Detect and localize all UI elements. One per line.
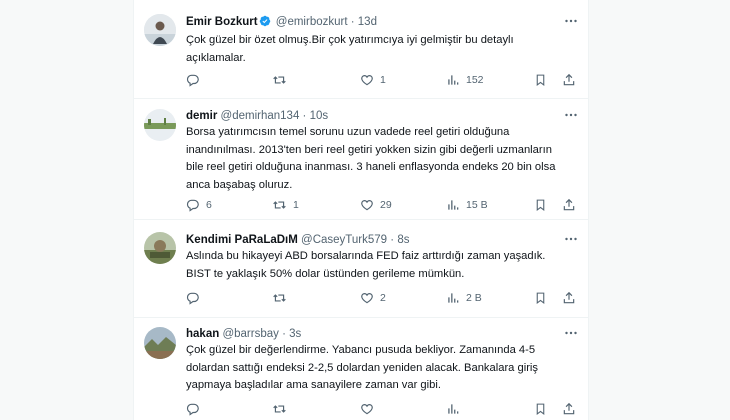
like-count: 1 — [380, 74, 386, 86]
more-options-icon[interactable] — [564, 14, 578, 30]
retweet-icon — [273, 294, 286, 302]
share-button[interactable] — [562, 197, 576, 213]
tweet-actions: 6 1 29 15 B — [186, 197, 578, 213]
like-count: 29 — [380, 199, 392, 211]
views-button[interactable] — [446, 401, 466, 417]
tweet-header: Emir Bozkurt @emirbozkurt · 13d — [186, 14, 558, 30]
heart-icon — [361, 404, 373, 415]
reply-button[interactable] — [186, 290, 206, 306]
reply-icon — [186, 403, 199, 416]
views-count: 15 B — [466, 199, 488, 211]
share-button[interactable] — [562, 401, 576, 417]
separator: · — [282, 328, 286, 340]
bookmark-icon — [536, 199, 545, 211]
tweet-header: Kendimi PaRaLaDıM @CaseyTurk579 · 8s — [186, 232, 558, 248]
separator: · — [350, 16, 355, 28]
handle[interactable]: @CaseyTurk579 — [301, 234, 387, 246]
share-icon — [563, 73, 575, 86]
like-button[interactable]: 2 — [360, 290, 386, 306]
handle[interactable]: @emirbozkurt — [276, 16, 348, 28]
bookmark-button[interactable] — [534, 72, 547, 88]
avatar[interactable] — [144, 232, 176, 264]
tweet-text: Çok güzel bir özet olmuş.Bir çok yatırım… — [186, 34, 514, 64]
display-name[interactable]: Emir Bozkurt — [186, 16, 258, 28]
retweet-count: 1 — [293, 199, 299, 211]
views-count: 2 B — [466, 292, 482, 304]
tweet-text: Borsa yatırımcısın temel sorunu uzun vad… — [186, 126, 556, 191]
avatar[interactable] — [144, 109, 176, 141]
reply-icon — [186, 292, 199, 305]
bookmark-icon — [536, 292, 545, 304]
timestamp[interactable]: 13d — [358, 16, 377, 28]
reply-button[interactable] — [186, 401, 206, 417]
retweet-button[interactable]: 1 — [272, 197, 299, 213]
tweet-text: Aslında bu hikayeyi ABD borsalarında FED… — [186, 250, 546, 280]
tweet[interactable]: hakan @barrsbay · 3s Çok güzel bir değer… — [134, 317, 588, 420]
views-button[interactable]: 152 — [446, 72, 484, 88]
display-name[interactable]: Kendimi PaRaLaDıM — [186, 234, 298, 246]
avatar[interactable] — [144, 327, 176, 359]
bookmark-button[interactable] — [534, 401, 547, 417]
bookmark-icon — [536, 403, 545, 415]
reply-button[interactable]: 6 — [186, 197, 212, 213]
tweet[interactable]: demir @demirhan134 · 10s Borsa yatırımcı… — [134, 98, 588, 220]
heart-icon — [361, 293, 373, 304]
analytics-icon — [448, 293, 459, 303]
bookmark-icon — [536, 74, 545, 86]
separator: · — [390, 234, 395, 246]
like-button[interactable]: 1 — [360, 72, 386, 88]
analytics-icon — [448, 404, 459, 414]
timestamp[interactable]: 3s — [289, 328, 301, 340]
views-count: 152 — [466, 74, 484, 86]
verified-badge-icon — [259, 15, 270, 27]
timestamp[interactable]: 10s — [310, 110, 329, 122]
handle[interactable]: @barrsbay — [222, 328, 278, 340]
separator: · — [302, 110, 307, 122]
tweet-header: demir @demirhan134 · 10s — [186, 108, 558, 124]
tweet[interactable]: Kendimi PaRaLaDıM @CaseyTurk579 · 8s Asl… — [134, 219, 588, 318]
handle[interactable]: @demirhan134 — [221, 110, 300, 122]
share-icon — [563, 402, 575, 415]
retweet-button[interactable] — [272, 290, 293, 306]
tweet-header: hakan @barrsbay · 3s — [186, 326, 558, 342]
tweet-actions: 2 2 B — [186, 290, 578, 306]
share-icon — [563, 291, 575, 304]
more-options-icon[interactable] — [564, 232, 578, 248]
tweet-actions — [186, 401, 578, 417]
share-icon — [563, 198, 575, 211]
views-button[interactable]: 2 B — [446, 290, 482, 306]
more-options-icon[interactable] — [564, 108, 578, 124]
reply-count: 6 — [206, 199, 212, 211]
reply-icon — [186, 74, 199, 87]
display-name[interactable]: demir — [186, 110, 217, 122]
views-button[interactable]: 15 B — [446, 197, 488, 213]
like-count: 2 — [380, 292, 386, 304]
reply-button[interactable] — [186, 72, 206, 88]
analytics-icon — [448, 75, 459, 85]
share-button[interactable] — [562, 290, 576, 306]
timestamp[interactable]: 8s — [397, 234, 409, 246]
like-button[interactable] — [360, 401, 380, 417]
timeline: Emir Bozkurt @emirbozkurt · 13d Çok güze… — [133, 0, 589, 420]
analytics-icon — [448, 200, 459, 210]
more-options-icon[interactable] — [564, 326, 578, 342]
avatar[interactable] — [144, 14, 176, 46]
retweet-button[interactable] — [272, 72, 293, 88]
display-name[interactable]: hakan — [186, 328, 219, 340]
tweet-actions: 1 152 — [186, 72, 578, 88]
heart-icon — [361, 75, 373, 86]
retweet-button[interactable] — [272, 401, 293, 417]
bookmark-button[interactable] — [534, 197, 547, 213]
reply-icon — [186, 199, 199, 212]
bookmark-button[interactable] — [534, 290, 547, 306]
tweet[interactable]: Emir Bozkurt @emirbozkurt · 13d Çok güze… — [134, 0, 588, 99]
retweet-icon — [273, 405, 286, 413]
retweet-icon — [273, 201, 286, 209]
heart-icon — [361, 200, 373, 211]
share-button[interactable] — [562, 72, 576, 88]
like-button[interactable]: 29 — [360, 197, 392, 213]
retweet-icon — [273, 76, 286, 84]
tweet-text: Çok güzel bir değerlendirme. Yabancı pus… — [186, 344, 539, 391]
